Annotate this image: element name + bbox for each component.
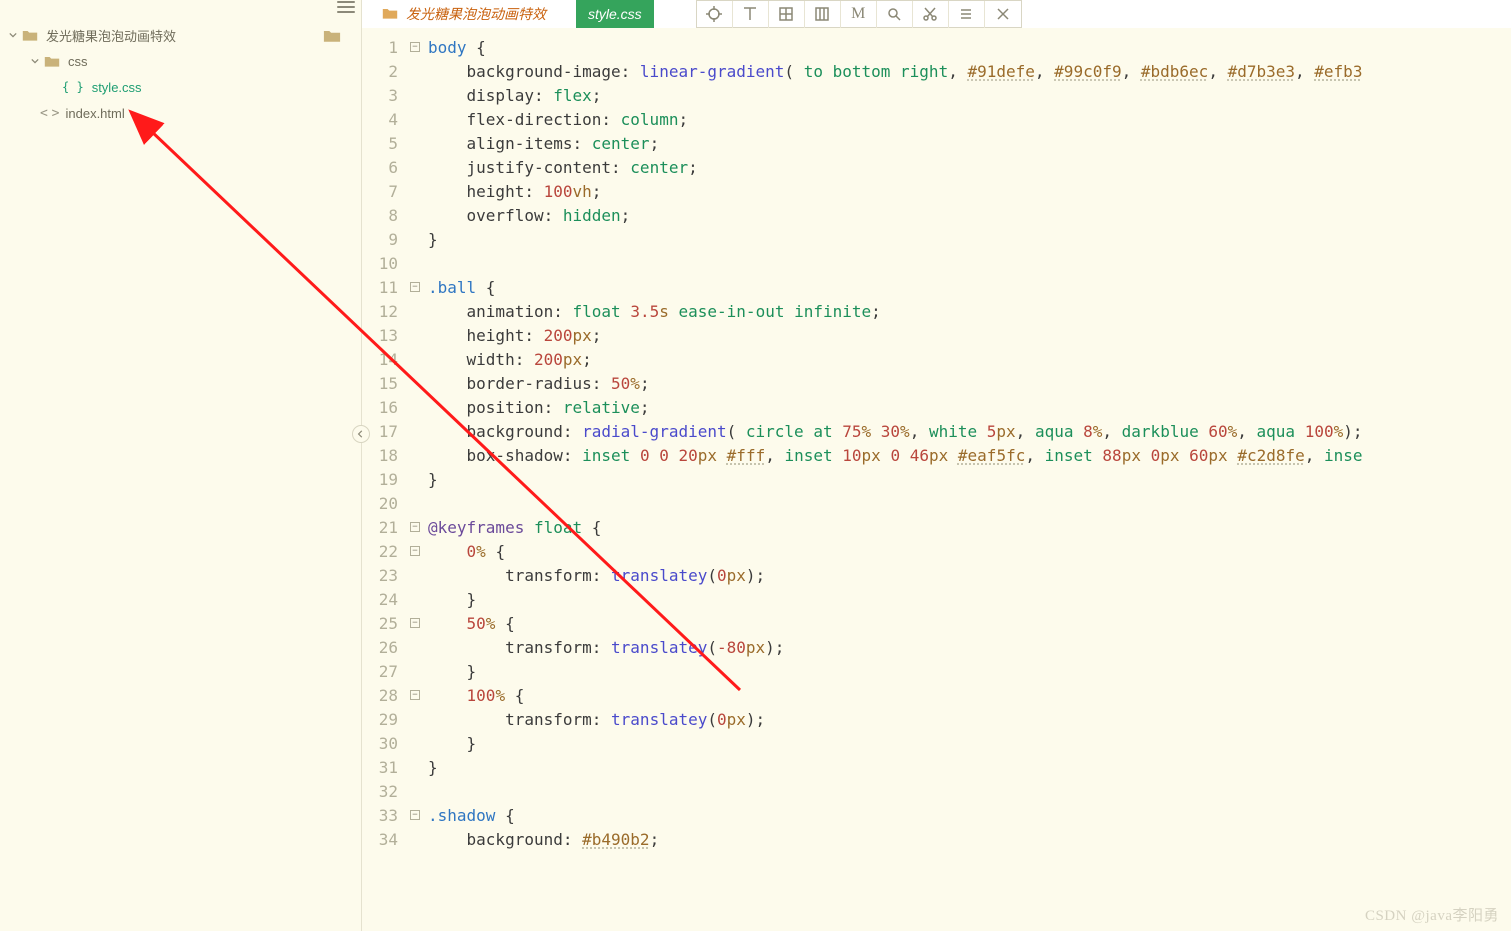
folder-icon [382,6,398,23]
scissors-icon[interactable] [913,1,949,28]
project-root-row[interactable]: 发光糖果泡泡动画特效 [0,22,361,48]
code-content[interactable]: body { background-image: linear-gradient… [428,28,1511,931]
folder-icon [44,54,60,68]
columns-icon[interactable] [805,1,841,28]
folder-label: css [68,54,88,69]
editor-tabbar: 发光糖果泡泡动画特效 style.css M [362,0,1511,28]
folder-icon [323,28,341,43]
chevron-down-icon [8,30,18,40]
align-top-icon[interactable] [733,1,769,28]
chevron-down-icon [30,56,40,66]
css-file-icon: { } [62,80,84,94]
fold-toggle-icon[interactable]: − [410,42,420,52]
grid-icon[interactable] [769,1,805,28]
fold-toggle-icon[interactable]: − [410,690,420,700]
list-icon[interactable] [949,1,985,28]
watermark-label: CSDN @java李阳勇 [1365,904,1499,925]
markdown-icon[interactable]: M [841,1,877,28]
editor-toolbar: M [696,0,1022,28]
fold-toggle-icon[interactable]: − [410,618,420,628]
crosshair-icon[interactable] [697,1,733,28]
search-icon[interactable] [877,1,913,28]
close-icon[interactable] [985,1,1021,28]
tab-project-folder[interactable]: 发光糖果泡泡动画特效 [382,0,546,28]
file-style-css-row[interactable]: { } style.css [0,74,361,100]
file-label: style.css [92,80,142,95]
project-name-label: 发光糖果泡泡动画特效 [46,26,176,45]
fold-toggle-icon[interactable]: − [410,282,420,292]
editor-panel: 发光糖果泡泡动画特效 style.css M 1−234567891011−12… [362,0,1511,931]
tab-style-css[interactable]: style.css [576,0,654,28]
folder-css-row[interactable]: css [0,48,361,74]
tab-label: style.css [588,6,642,22]
sidebar-collapse-handle[interactable] [352,425,370,443]
html-file-icon: < > [40,106,57,121]
file-label: index.html [65,106,124,121]
folder-icon [22,28,38,42]
fold-toggle-icon[interactable]: − [410,546,420,556]
fold-toggle-icon[interactable]: − [410,522,420,532]
file-index-html-row[interactable]: < > index.html [0,100,361,126]
sidebar-menu-icon[interactable] [337,0,355,14]
fold-toggle-icon[interactable]: − [410,810,420,820]
file-explorer: 发光糖果泡泡动画特效 css { } style.css < > index.h… [0,0,362,931]
tab-label: 发光糖果泡泡动画特效 [406,4,546,24]
line-gutter: 1−234567891011−12131415161718192021−22−2… [362,28,406,931]
code-editor[interactable]: 1−234567891011−12131415161718192021−22−2… [362,28,1511,931]
